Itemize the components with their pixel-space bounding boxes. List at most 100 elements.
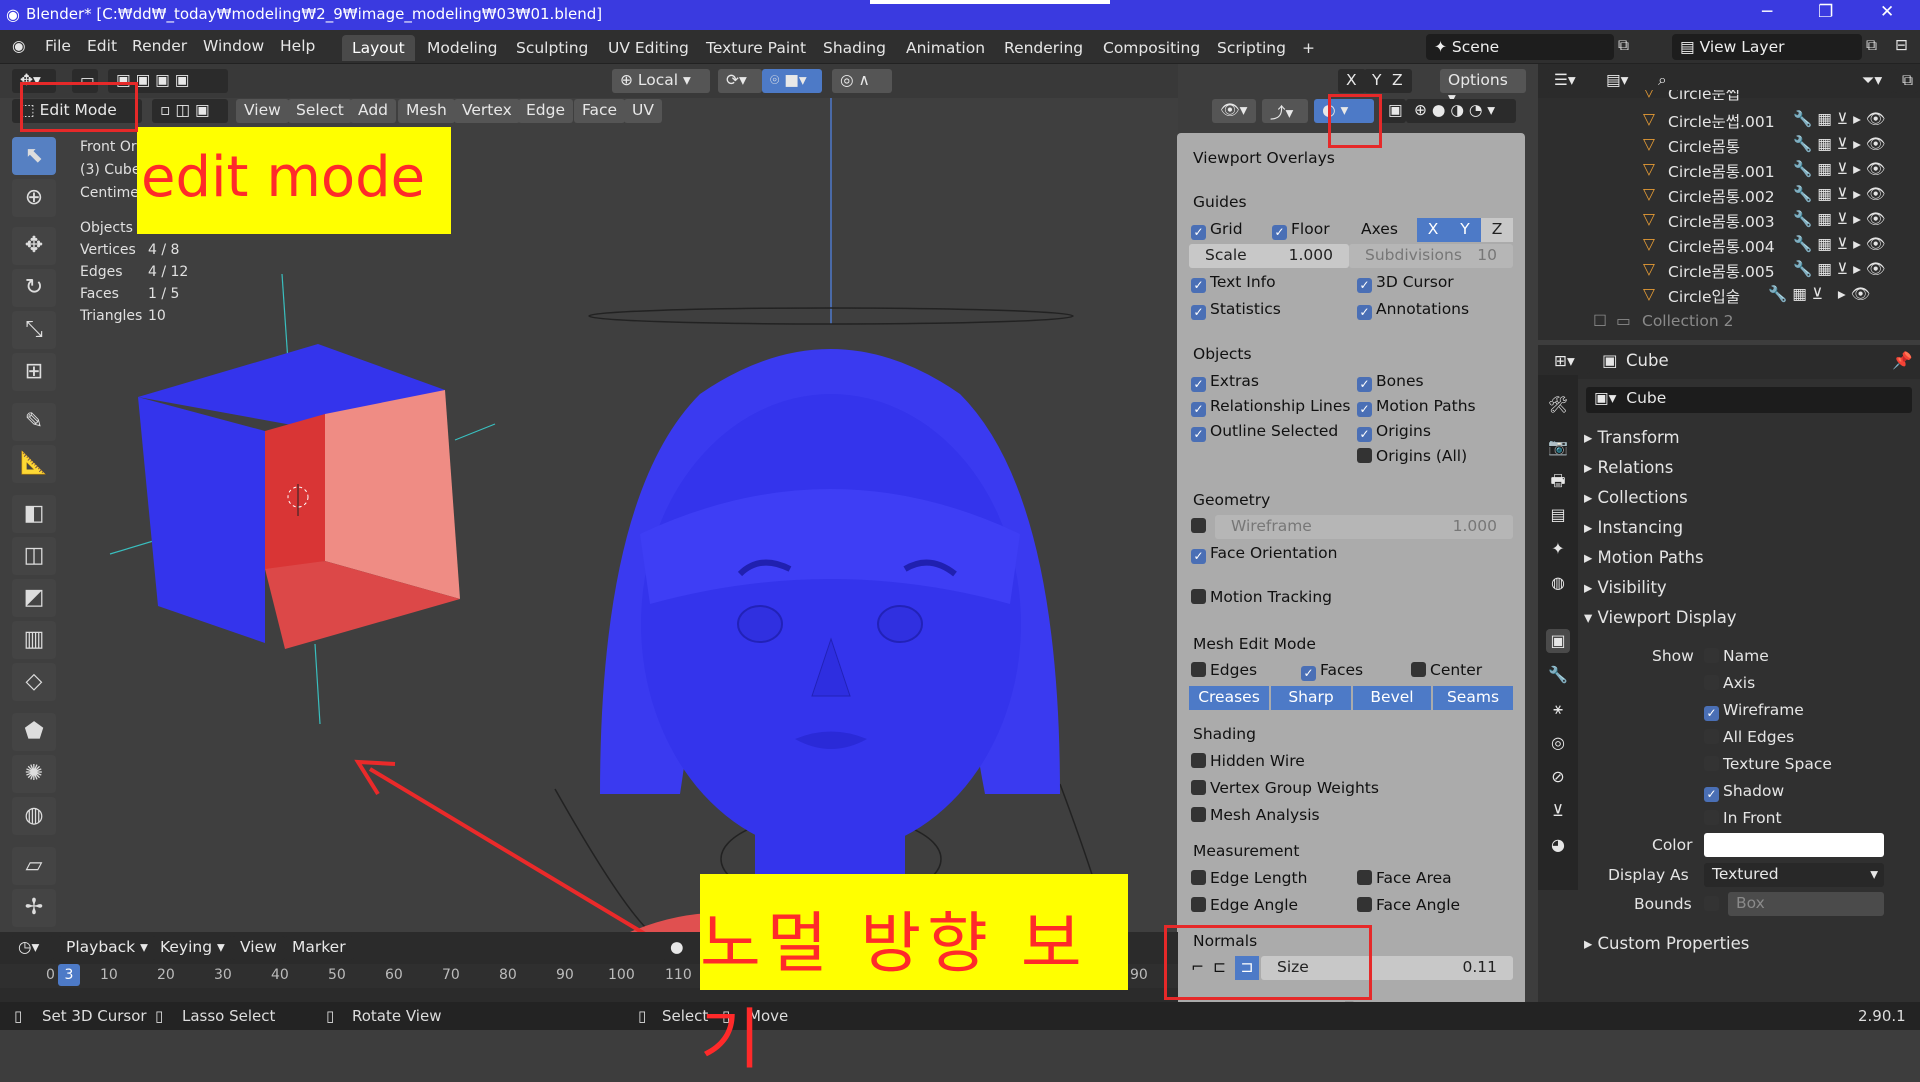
render-tab-icon[interactable]: 📷 <box>1546 435 1570 459</box>
tab-rendering[interactable]: Rendering <box>994 35 1093 61</box>
rip-tool-icon[interactable]: ✢ <box>12 889 56 927</box>
select-box-tool-icon[interactable]: ⬉ <box>12 137 56 175</box>
bounds-checkbox[interactable] <box>1704 895 1723 913</box>
annotations-checkbox[interactable]: ✓ Annotations <box>1357 300 1469 320</box>
edge-length-checkbox[interactable]: Edge Length <box>1191 869 1307 887</box>
edge-angle-checkbox[interactable]: Edge Angle <box>1191 896 1298 914</box>
constraints-tab-icon[interactable]: ⊘ <box>1546 765 1570 789</box>
modifier-tab-icon[interactable]: 🔧 <box>1546 663 1570 687</box>
inset-tool-icon[interactable]: ◫ <box>12 537 56 575</box>
panel-transform[interactable]: ▸ Transform <box>1584 428 1680 447</box>
mesh-analysis-checkbox[interactable]: Mesh Analysis <box>1191 806 1320 824</box>
axis-y-button[interactable]: Y <box>1449 218 1481 242</box>
spin-tool-icon[interactable]: ✺ <box>12 755 56 793</box>
motion-tracking-checkbox[interactable]: Motion Tracking <box>1191 588 1332 606</box>
world-tab-icon[interactable]: ◍ <box>1546 571 1570 595</box>
new-scene-icon[interactable]: ⧉ <box>1618 36 1629 55</box>
text-info-checkbox[interactable]: ✓ Text Info <box>1191 273 1276 293</box>
object-name-field[interactable]: ▣▾ Cube <box>1586 387 1912 413</box>
menu-edge[interactable]: Edge <box>518 99 574 123</box>
extras-checkbox[interactable]: ✓ Extras <box>1191 372 1259 392</box>
tab-shading[interactable]: Shading <box>813 35 896 61</box>
face-area-checkbox[interactable]: Face Area <box>1357 869 1452 887</box>
subdivisions-field[interactable]: Subdivisions 10 <box>1349 244 1513 268</box>
timeline-view-menu[interactable]: View <box>232 936 285 960</box>
tool-tab-icon[interactable]: 🛠 <box>1546 393 1570 417</box>
display-as-dropdown[interactable]: Textured ▾ <box>1704 863 1884 887</box>
knife-tool-icon[interactable]: ◇ <box>12 663 56 701</box>
edges-checkbox[interactable]: Edges <box>1191 661 1257 679</box>
origins-all-checkbox[interactable]: Origins (All) <box>1357 447 1467 465</box>
outliner-row[interactable]: ▽ Circle눈썹.001 🔧 ▦ ⊻ ▸ 👁 <box>1538 110 1920 135</box>
properties-editor-type-icon[interactable]: ⊞▾ <box>1546 350 1590 374</box>
outliner-collection-row[interactable]: ☐ ▭ Collection 2 <box>1538 312 1920 337</box>
poly-build-tool-icon[interactable]: ⬟ <box>12 713 56 751</box>
motion-paths-checkbox[interactable]: ✓ Motion Paths <box>1357 397 1476 417</box>
tab-sculpting[interactable]: Sculpting <box>506 35 598 61</box>
cursor-tool-icon[interactable]: ⊕ <box>12 179 56 217</box>
vertex-group-weights-checkbox[interactable]: Vertex Group Weights <box>1191 779 1379 797</box>
current-frame-indicator[interactable]: 3 <box>58 964 80 986</box>
minimize-button[interactable]: ─ <box>1762 2 1772 22</box>
axis-x-button[interactable]: X <box>1417 218 1449 242</box>
smooth-tool-icon[interactable]: ◍ <box>12 797 56 835</box>
seams-toggle[interactable]: Seams <box>1433 686 1513 710</box>
floor-checkbox[interactable]: ✓ Floor <box>1272 220 1330 240</box>
tab-scripting[interactable]: Scripting <box>1207 35 1296 61</box>
rotate-tool-icon[interactable]: ↻ <box>12 269 56 307</box>
view-layer-tab-icon[interactable]: ▤ <box>1546 503 1570 527</box>
xray-icon[interactable]: ▣ <box>1380 99 1406 123</box>
show-wireframe-checkbox[interactable]: ✓ Wireframe <box>1704 701 1804 721</box>
panel-visibility[interactable]: ▸ Visibility <box>1584 578 1667 597</box>
menu-help[interactable]: Help <box>280 37 315 55</box>
statistics-checkbox[interactable]: ✓ Statistics <box>1191 300 1281 320</box>
menu-edit[interactable]: Edit <box>87 37 117 55</box>
move-tool-icon[interactable]: ✥ <box>12 227 56 265</box>
menu-mesh[interactable]: Mesh <box>398 99 455 123</box>
object-tab-icon[interactable]: ▣ <box>1546 629 1570 653</box>
show-all-edges-checkbox[interactable]: All Edges <box>1704 728 1794 746</box>
data-tab-icon[interactable]: ⊻ <box>1546 799 1570 823</box>
show-texture-space-checkbox[interactable]: Texture Space <box>1704 755 1832 773</box>
center-checkbox[interactable]: Center <box>1411 661 1482 679</box>
tab-compositing[interactable]: Compositing <box>1093 35 1210 61</box>
outliner-row[interactable]: ▽ Circle눈썹 <box>1538 90 1920 102</box>
panel-motion-paths[interactable]: ▸ Motion Paths <box>1584 548 1704 567</box>
annotate-tool-icon[interactable]: ✎ <box>12 403 56 441</box>
menu-uv[interactable]: UV <box>624 99 662 123</box>
face-orientation-checkbox[interactable]: ✓ Face Orientation <box>1191 544 1337 564</box>
output-tab-icon[interactable]: 🖶 <box>1546 469 1570 493</box>
sharp-toggle[interactable]: Sharp <box>1271 686 1351 710</box>
show-shadow-checkbox[interactable]: ✓ Shadow <box>1704 782 1784 802</box>
tab-animation[interactable]: Animation <box>896 35 995 61</box>
shading-mode-icons[interactable]: ⊕ ● ◑ ◔ ▾ <box>1406 99 1516 123</box>
outliner-row[interactable]: ▽ Circle몸통.003 🔧 ▦ ⊻ ▸ 👁 <box>1538 210 1920 235</box>
shear-tool-icon[interactable]: ▱ <box>12 847 56 885</box>
menu-select[interactable]: Select <box>288 99 352 123</box>
menu-face[interactable]: Face <box>574 99 626 123</box>
outline-selected-checkbox[interactable]: ✓ Outline Selected <box>1191 422 1338 442</box>
loop-cut-tool-icon[interactable]: ▥ <box>12 621 56 659</box>
record-icon[interactable]: ● <box>662 936 688 960</box>
menu-window[interactable]: Window <box>203 37 264 55</box>
add-workspace-button[interactable]: + <box>1292 35 1325 61</box>
scale-field[interactable]: Scale 1.000 <box>1189 244 1349 268</box>
menu-vertex[interactable]: Vertex <box>454 99 520 123</box>
panel-viewport-display[interactable]: ▾ Viewport Display <box>1584 608 1737 627</box>
pin-icon[interactable]: 📌 <box>1892 351 1913 371</box>
view-layer-selector[interactable]: ▤ View Layer <box>1672 34 1862 60</box>
outliner-row[interactable]: ▽ Circle몸통 🔧 ▦ ⊻ ▸ 👁 <box>1538 135 1920 160</box>
measure-tool-icon[interactable]: 📐 <box>12 445 56 483</box>
axis-x-toggle[interactable]: X <box>1338 69 1366 93</box>
tab-uv-editing[interactable]: UV Editing <box>598 35 699 61</box>
scene-tab-icon[interactable]: ✦ <box>1546 537 1570 561</box>
bevel-tool-icon[interactable]: ◩ <box>12 579 56 617</box>
scene-selector[interactable]: ✦ Scene <box>1426 34 1614 60</box>
keying-dropdown[interactable]: Keying ▾ <box>152 936 233 960</box>
new-view-layer-icon[interactable]: ⧉ <box>1866 36 1877 55</box>
menu-file[interactable]: File <box>45 37 71 55</box>
bevel-toggle[interactable]: Bevel <box>1353 686 1431 710</box>
outliner-row[interactable]: ▽ Circle몸통.001 🔧 ▦ ⊻ ▸ 👁 <box>1538 160 1920 185</box>
outliner-row[interactable]: ▽ Circle몸통.004 🔧 ▦ ⊻ ▸ 👁 <box>1538 235 1920 260</box>
gizmo-icon[interactable]: ⤴▾ <box>1262 99 1308 123</box>
